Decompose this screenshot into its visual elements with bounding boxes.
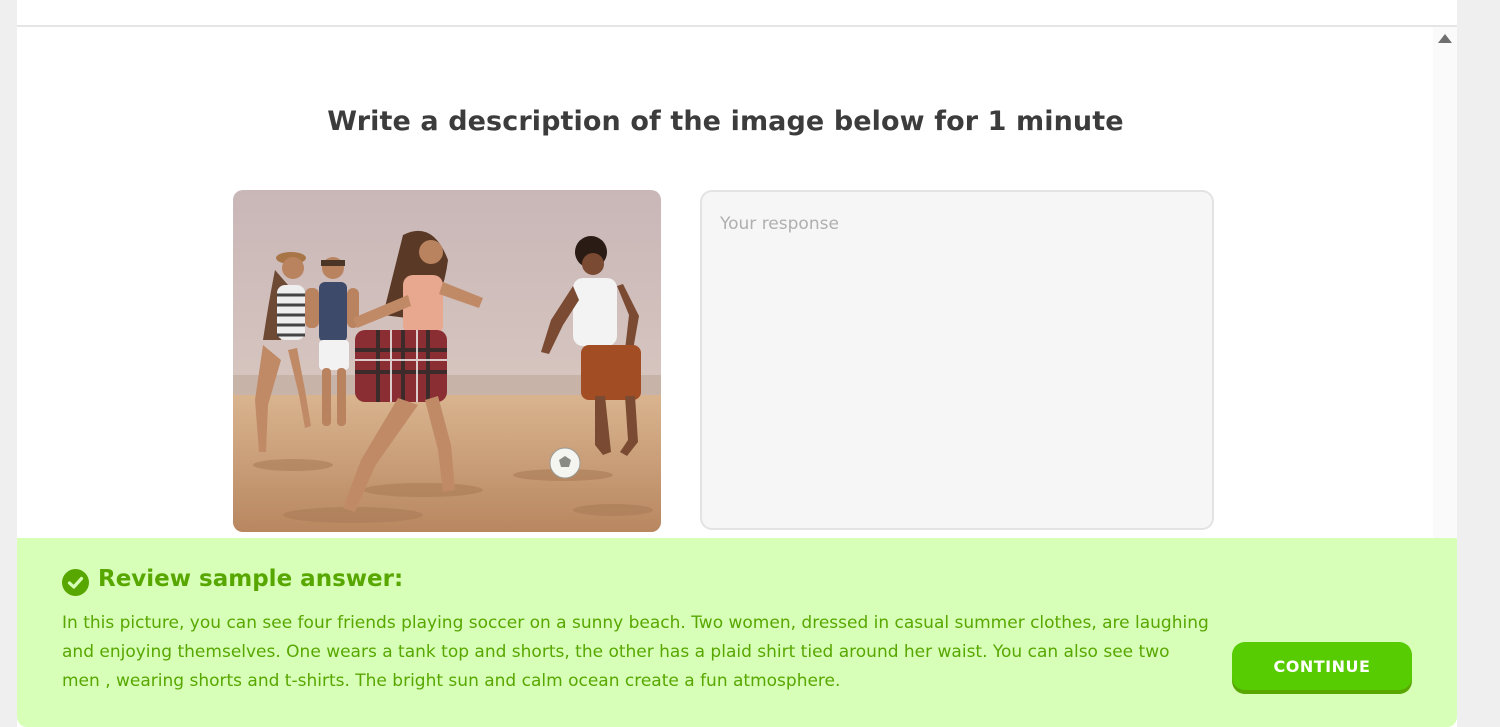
beach-soccer-photo (233, 190, 661, 532)
scroll-up-arrow-icon[interactable] (1438, 34, 1452, 43)
app-frame: Write a description of the image below f… (17, 0, 1457, 727)
feedback-title: Review sample answer: (98, 566, 404, 592)
feedback-panel: Review sample answer: In this picture, y… (17, 538, 1457, 727)
check-circle-icon (62, 569, 89, 596)
scrollbar[interactable] (1433, 27, 1457, 539)
prompt-title: Write a description of the image below f… (327, 106, 1124, 137)
photo-illustration (233, 190, 661, 532)
top-bar (17, 0, 1457, 27)
response-box (700, 190, 1214, 530)
sample-answer-text: In this picture, you can see four friend… (62, 613, 1209, 691)
continue-button[interactable]: CONTINUE (1232, 642, 1412, 690)
response-input[interactable] (702, 192, 1212, 528)
